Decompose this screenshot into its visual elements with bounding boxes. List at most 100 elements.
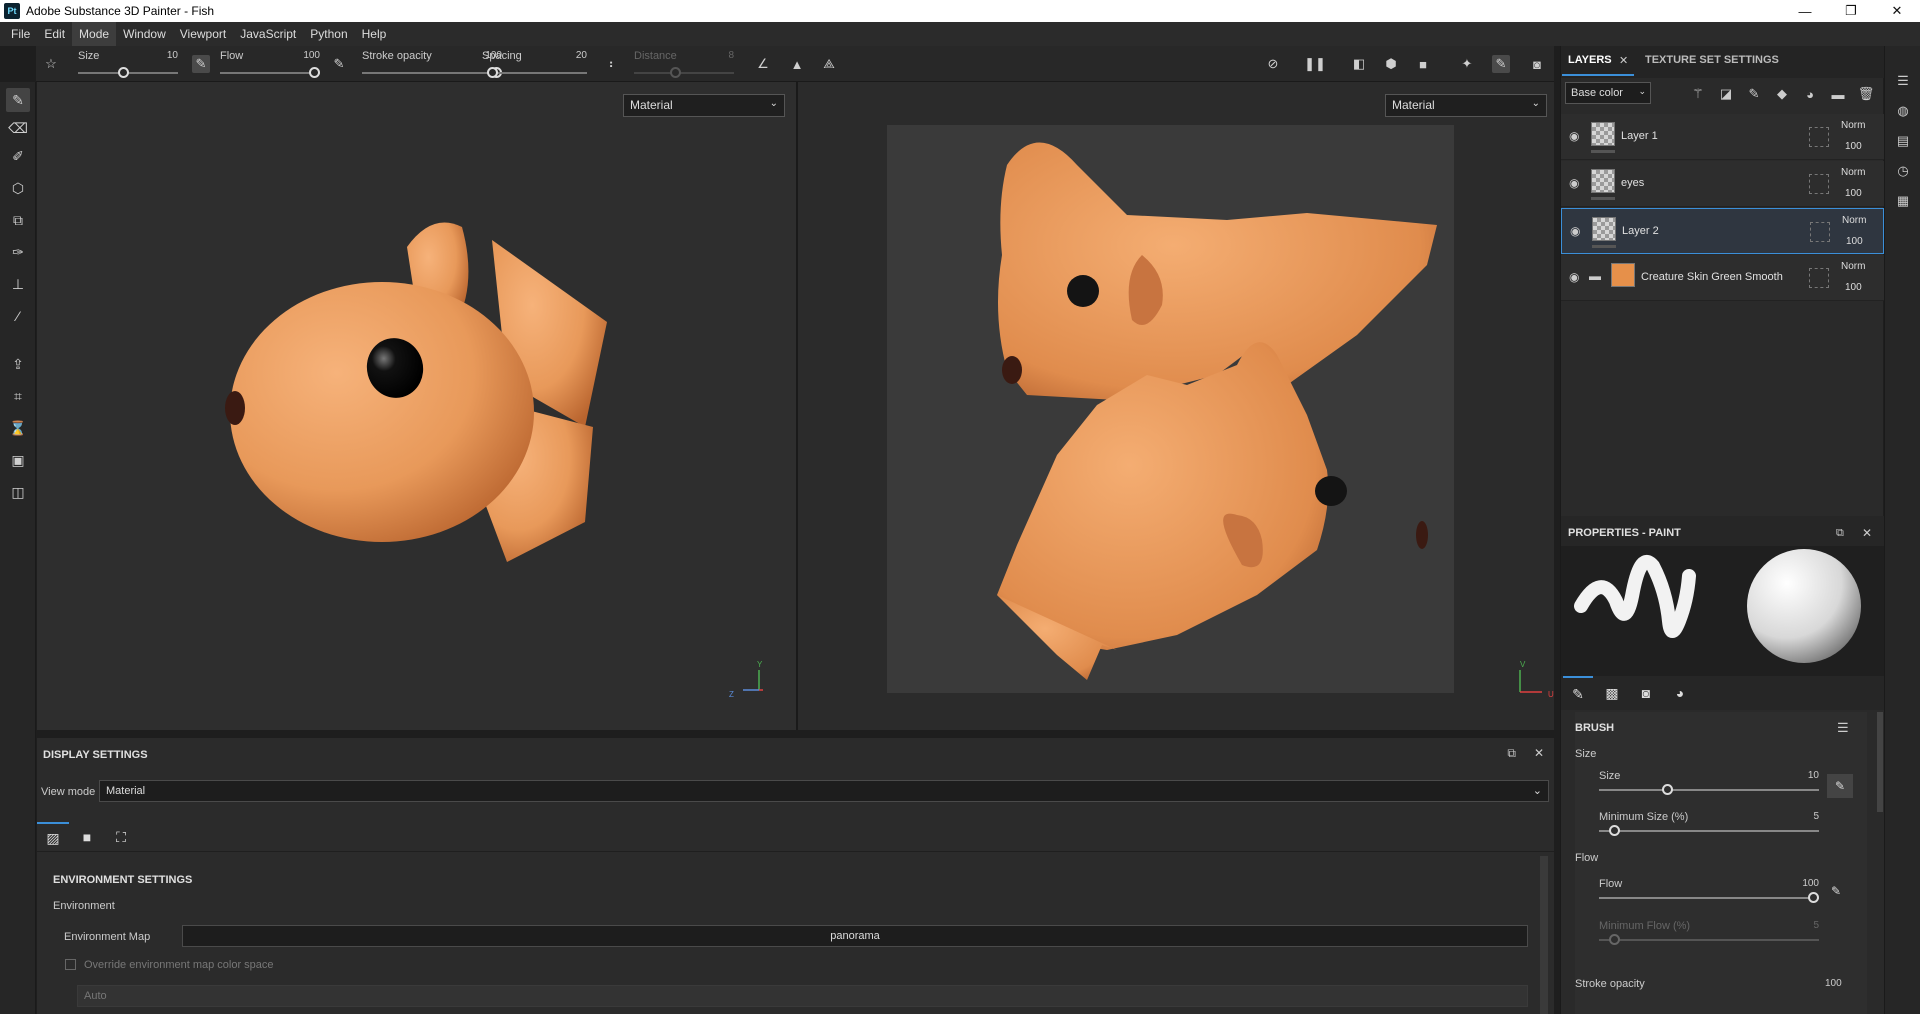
min-size-handle[interactable] <box>1609 825 1620 836</box>
add-folder-icon[interactable]: ▬ <box>1829 85 1847 103</box>
smudge-icon[interactable]: ✑ <box>6 240 30 264</box>
color-space-select[interactable]: Auto <box>77 985 1528 1007</box>
environment-map-field[interactable]: panorama <box>182 925 1528 947</box>
alpha-tab-icon[interactable]: ▩ <box>1597 676 1627 710</box>
add-effect-icon[interactable]: ⚚ <box>1689 85 1707 103</box>
layer-opacity[interactable]: 100 <box>1845 141 1862 152</box>
texture-set-dock-icon[interactable]: ◍ <box>1894 102 1912 120</box>
iray-render-icon[interactable]: ✦ <box>1458 55 1476 73</box>
float-panel-icon[interactable]: ⧉ <box>1836 527 1844 540</box>
brush-flow-slider[interactable]: Flow 100 <box>1599 878 1819 908</box>
stroke-opacity-slider[interactable]: Stroke opacity 100 <box>362 46 502 82</box>
layer-mask-slot[interactable] <box>1809 127 1829 147</box>
display-scrollbar[interactable] <box>1540 856 1548 1014</box>
maximize-button[interactable]: ❐ <box>1828 0 1874 22</box>
layer-mask-slot[interactable] <box>1810 222 1830 242</box>
3d-view-icon[interactable]: ⬢ <box>1382 55 1400 73</box>
menu-python[interactable]: Python <box>303 22 354 46</box>
menu-window[interactable]: Window <box>116 22 173 46</box>
layer-mask-slot[interactable] <box>1809 174 1829 194</box>
menu-viewport[interactable]: Viewport <box>173 22 233 46</box>
float-panel-icon[interactable]: ⧉ <box>1507 746 1516 761</box>
close-panel-icon[interactable]: ✕ <box>1534 746 1544 761</box>
symmetry-icon[interactable]: ▲ <box>788 55 806 73</box>
viewport-3d-mode-select[interactable]: Material ⌄ <box>623 94 785 117</box>
symmetry-settings-icon[interactable]: ⟁ <box>820 55 838 73</box>
screenshot-icon[interactable]: ◙ <box>1528 55 1546 73</box>
history-dock-icon[interactable]: ◷ <box>1894 162 1912 180</box>
layer-row[interactable]: ◉ ▬ Creature Skin Green Smooth Norm 100 <box>1561 255 1884 301</box>
horizontal-splitter[interactable] <box>37 730 1554 738</box>
blend-mode[interactable]: Norm <box>1842 215 1866 226</box>
tab-texture-set-settings[interactable]: TEXTURE SET SETTINGS <box>1645 54 1779 66</box>
eraser-icon[interactable]: ⌫ <box>6 116 30 140</box>
paint-mode-icon[interactable]: ✎ <box>1492 55 1510 73</box>
camera-icon[interactable]: ■ <box>1414 55 1432 73</box>
layer-opacity[interactable]: 100 <box>1845 282 1862 293</box>
brush-preset-icon[interactable]: ☆ <box>42 55 60 73</box>
layers-dock-icon[interactable]: ☰ <box>1894 72 1912 90</box>
camera-tab-icon[interactable]: ■ <box>71 822 103 852</box>
size-handle[interactable] <box>118 67 129 78</box>
add-fill-layer-icon[interactable]: ◆ <box>1773 85 1791 103</box>
brush-tab-icon[interactable]: ✎ <box>1563 676 1593 710</box>
shelf-dock-icon[interactable]: ▤ <box>1894 132 1912 150</box>
material-tab-icon[interactable]: ◕ <box>1665 676 1695 710</box>
size-pressure-icon[interactable]: ✎ <box>192 55 210 73</box>
layer-row[interactable]: ◉ eyes Norm 100 <box>1561 161 1884 207</box>
shelf-icon[interactable]: ▣ <box>6 448 30 472</box>
flow-slider[interactable]: Flow 100 <box>220 46 320 82</box>
3d-viewport[interactable]: Material ⌄ Y Z <box>37 82 796 730</box>
assets-icon[interactable]: ◫ <box>6 480 30 504</box>
override-checkbox[interactable] <box>65 959 76 970</box>
close-layers-tab-icon[interactable]: ✕ <box>1619 54 1628 67</box>
geometry-fill-icon[interactable]: ⬡ <box>6 176 30 200</box>
menu-edit[interactable]: Edit <box>37 22 72 46</box>
brush-size-handle[interactable] <box>1662 784 1673 795</box>
brush-flow-handle[interactable] <box>1808 892 1819 903</box>
properties-scrollbar[interactable] <box>1877 712 1883 812</box>
close-panel-icon[interactable]: ✕ <box>1862 526 1872 540</box>
paint-brush-icon[interactable]: ✎ <box>6 88 30 112</box>
close-window-button[interactable]: ✕ <box>1874 0 1920 22</box>
add-mask-icon[interactable]: ◪ <box>1717 85 1735 103</box>
blend-mode[interactable]: Norm <box>1841 120 1865 131</box>
tab-layers[interactable]: LAYERS <box>1562 54 1634 76</box>
iray-icon[interactable]: ⌛ <box>6 416 30 440</box>
viewer-tab-icon[interactable]: ⛶ <box>105 822 137 852</box>
brush-size-slider[interactable]: Size 10 <box>1599 770 1819 800</box>
eye-icon[interactable]: ◉ <box>1569 176 1579 190</box>
bake-icon[interactable]: ⌗ <box>6 384 30 408</box>
polygon-fill-icon[interactable]: ⧉ <box>6 208 30 232</box>
lazy-mouse-icon[interactable]: ⠆ <box>604 55 622 73</box>
angle-icon[interactable]: ∠ <box>754 55 772 73</box>
add-smart-material-icon[interactable]: ◕ <box>1801 85 1819 103</box>
spacing-slider[interactable]: Spacing 20 <box>482 46 587 82</box>
layer-row-selected[interactable]: ◉ Layer 2 Norm 100 <box>1561 208 1884 254</box>
flow-pressure-icon[interactable]: ✎ <box>1831 884 1841 898</box>
eye-icon[interactable]: ◉ <box>1569 270 1579 284</box>
min-size-slider[interactable]: Minimum Size (%) 5 <box>1599 811 1819 841</box>
menu-help[interactable]: Help <box>355 22 394 46</box>
color-picker-icon[interactable]: ⁄ <box>6 304 30 328</box>
menu-javascript[interactable]: JavaScript <box>233 22 303 46</box>
add-paint-layer-icon[interactable]: ✎ <box>1745 85 1763 103</box>
hide-ui-icon[interactable]: ⊘ <box>1264 55 1282 73</box>
view-mode-select[interactable]: Material ⌄ <box>99 780 1549 802</box>
brush-menu-icon[interactable]: ☰ <box>1837 720 1849 736</box>
blend-mode[interactable]: Norm <box>1841 261 1865 272</box>
spacing-handle[interactable] <box>487 67 498 78</box>
log-dock-icon[interactable]: ▦ <box>1894 192 1912 210</box>
eye-icon[interactable]: ◉ <box>1570 224 1580 238</box>
size-pressure-icon[interactable]: ✎ <box>1827 774 1853 798</box>
pause-icon[interactable]: ❚❚ <box>1304 55 1326 73</box>
layer-opacity[interactable]: 100 <box>1845 188 1862 199</box>
channel-select[interactable]: Base color ⌄ <box>1565 82 1651 104</box>
stencil-tab-icon[interactable]: ◙ <box>1631 676 1661 710</box>
viewport-2d-mode-select[interactable]: Material ⌄ <box>1385 94 1547 117</box>
environment-tab-icon[interactable]: ▨ <box>37 822 69 852</box>
clone-stamp-icon[interactable]: ⊥ <box>6 272 30 296</box>
distance-handle[interactable] <box>670 67 681 78</box>
blend-mode[interactable]: Norm <box>1841 167 1865 178</box>
menu-mode[interactable]: Mode <box>72 22 117 46</box>
